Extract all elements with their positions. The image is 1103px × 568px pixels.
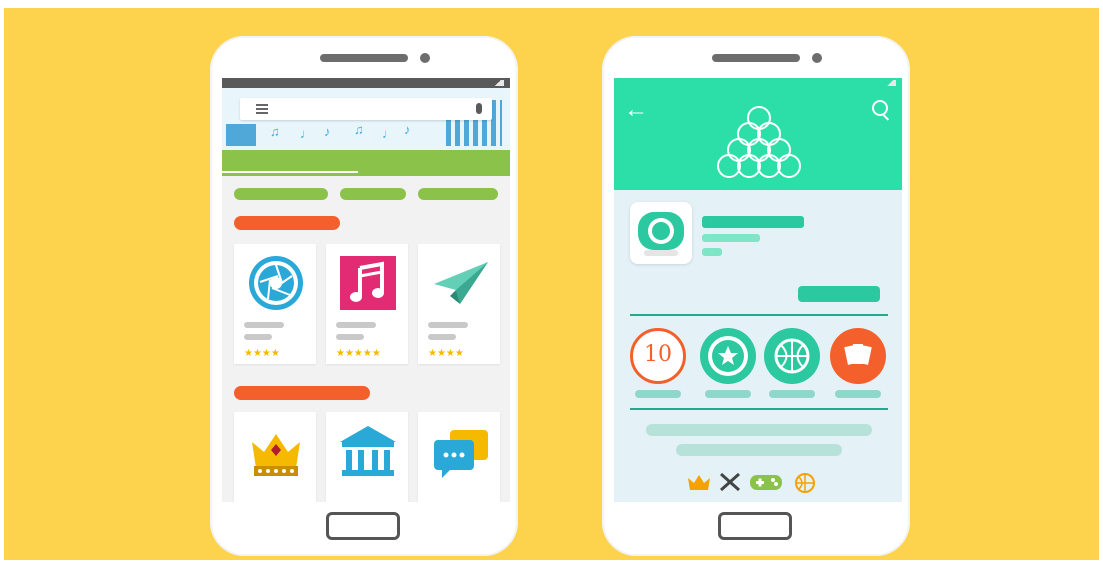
app-detail-header: ← bbox=[614, 78, 902, 190]
chat-bubbles-icon bbox=[430, 422, 490, 480]
category-chip[interactable] bbox=[234, 188, 328, 200]
app-card[interactable] bbox=[326, 412, 408, 502]
app-rating-placeholder bbox=[702, 248, 722, 256]
gamepad-icon bbox=[750, 475, 782, 490]
signal-icon bbox=[884, 80, 896, 86]
front-camera bbox=[812, 53, 822, 63]
crown-icon bbox=[688, 475, 710, 490]
app-meta-placeholder bbox=[336, 334, 364, 340]
search-icon[interactable] bbox=[872, 100, 888, 116]
app-store-screen: ♫ ♩ ♪ ♫ ♩ ♪ ★★★★ ★★★★★ ★★★★ bbox=[222, 78, 510, 502]
badge-label-placeholder bbox=[769, 390, 815, 398]
tab-indicator bbox=[222, 171, 358, 173]
music-note-icon: ♩ bbox=[300, 126, 313, 141]
category-chip[interactable] bbox=[340, 188, 406, 200]
menu-icon[interactable] bbox=[256, 104, 268, 114]
crossed-swords-icon bbox=[720, 472, 740, 492]
app-detail-screen: ← 10 bbox=[614, 78, 902, 502]
music-note-icon: ♫ bbox=[354, 122, 364, 137]
badge-number: 10 bbox=[644, 342, 672, 367]
app-name-placeholder bbox=[244, 322, 284, 328]
section-heading-bar bbox=[234, 386, 370, 400]
home-button[interactable] bbox=[326, 512, 400, 540]
music-note-icon: ♩ bbox=[382, 126, 395, 141]
billiard-balls-icon bbox=[717, 106, 801, 178]
badge-label-placeholder bbox=[635, 390, 681, 398]
right-phone: ← 10 bbox=[602, 36, 910, 556]
front-camera bbox=[420, 53, 430, 63]
app-card[interactable]: ★★★★★ bbox=[326, 244, 408, 364]
description-line bbox=[646, 424, 872, 436]
app-name-placeholder bbox=[336, 322, 376, 328]
app-card[interactable]: ★★★★ bbox=[234, 244, 316, 364]
back-arrow-icon[interactable]: ← bbox=[624, 98, 648, 122]
illustration-background: ♫ ♩ ♪ ♫ ♩ ♪ ★★★★ ★★★★★ ★★★★ ← 10 bbox=[4, 8, 1099, 560]
rating-stars: ★★★★ bbox=[428, 348, 464, 359]
section-heading-bar bbox=[234, 216, 340, 230]
category-bar bbox=[222, 150, 510, 176]
status-bar bbox=[222, 78, 510, 88]
left-phone: ♫ ♩ ♪ ♫ ♩ ♪ ★★★★ ★★★★★ ★★★★ bbox=[210, 36, 518, 556]
app-developer-placeholder bbox=[702, 234, 760, 242]
install-button[interactable] bbox=[798, 286, 880, 302]
speaker bbox=[712, 54, 800, 62]
microphone-icon[interactable] bbox=[476, 103, 482, 114]
status-bar bbox=[614, 78, 902, 88]
app-title-placeholder bbox=[702, 216, 804, 228]
rating-stars: ★★★★★ bbox=[336, 348, 381, 359]
badge-label-placeholder bbox=[705, 390, 751, 398]
camera-aperture-icon bbox=[246, 254, 306, 312]
description-line bbox=[676, 444, 842, 456]
music-note-icon: ♪ bbox=[324, 124, 331, 139]
app-card[interactable]: ★★★★ bbox=[418, 244, 500, 364]
app-card[interactable] bbox=[418, 412, 500, 502]
building-icon bbox=[226, 124, 256, 146]
badge-label-placeholder bbox=[835, 390, 881, 398]
bank-building-icon bbox=[338, 422, 398, 480]
divider bbox=[630, 408, 888, 410]
music-note-icon bbox=[338, 254, 398, 312]
app-card[interactable] bbox=[234, 412, 316, 502]
app-name-placeholder bbox=[428, 322, 468, 328]
speaker bbox=[320, 54, 408, 62]
app-meta-placeholder bbox=[244, 334, 272, 340]
home-button[interactable] bbox=[718, 512, 792, 540]
basketball-badge-icon[interactable] bbox=[764, 328, 820, 384]
ball-icon bbox=[795, 473, 815, 493]
rating-stars: ★★★★ bbox=[244, 348, 280, 359]
crown-icon bbox=[246, 422, 306, 480]
paper-plane-icon bbox=[430, 254, 490, 312]
cards-badge-icon[interactable] bbox=[830, 328, 886, 384]
divider bbox=[630, 314, 888, 316]
signal-icon bbox=[492, 80, 504, 86]
app-icon bbox=[630, 202, 692, 264]
category-chip[interactable] bbox=[418, 188, 498, 200]
music-note-icon: ♪ bbox=[404, 122, 411, 137]
app-meta-placeholder bbox=[428, 334, 456, 340]
music-note-icon: ♫ bbox=[270, 124, 280, 139]
ten-badge-icon[interactable]: 10 bbox=[630, 328, 686, 384]
search-input[interactable] bbox=[240, 98, 492, 120]
star-badge-icon[interactable] bbox=[700, 328, 756, 384]
store-banner: ♫ ♩ ♪ ♫ ♩ ♪ bbox=[222, 88, 510, 150]
